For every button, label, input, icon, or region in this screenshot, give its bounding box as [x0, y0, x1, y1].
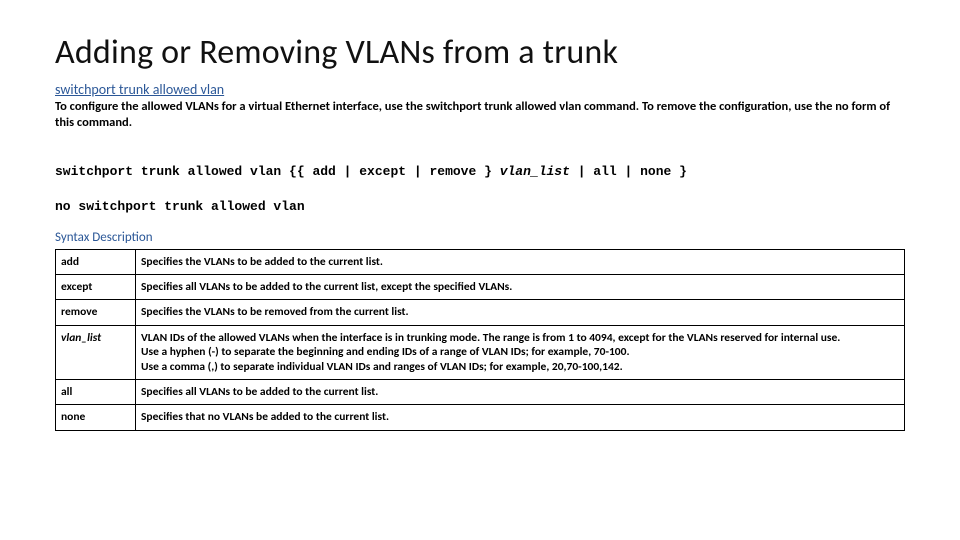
syntax-description-label: Syntax Description	[55, 230, 905, 245]
syntax-block: switchport trunk allowed vlan {{ add | e…	[55, 146, 905, 216]
table-key: add	[56, 249, 136, 274]
intro-paragraph: To configure the allowed VLANs for a vir…	[55, 99, 905, 132]
table-desc: VLAN IDs of the allowed VLANs when the i…	[136, 325, 905, 379]
syntax-line-1: switchport trunk allowed vlan {{ add | e…	[55, 164, 687, 179]
table-desc: Specifies the VLANs to be removed from t…	[136, 300, 905, 325]
table-row: addSpecifies the VLANs to be added to th…	[56, 249, 905, 274]
table-row: vlan_listVLAN IDs of the allowed VLANs w…	[56, 325, 905, 379]
syntax-description-table: addSpecifies the VLANs to be added to th…	[55, 249, 905, 431]
table-row: allSpecifies all VLANs to be added to th…	[56, 379, 905, 404]
table-key: remove	[56, 300, 136, 325]
table-key: except	[56, 275, 136, 300]
table-desc: Specifies the VLANs to be added to the c…	[136, 249, 905, 274]
table-row: exceptSpecifies all VLANs to be added to…	[56, 275, 905, 300]
slide: Adding or Removing VLANs from a trunk sw…	[0, 0, 960, 451]
table-row: removeSpecifies the VLANs to be removed …	[56, 300, 905, 325]
page-title: Adding or Removing VLANs from a trunk	[55, 32, 905, 73]
table-row: noneSpecifies that no VLANs be added to …	[56, 405, 905, 430]
table-key: none	[56, 405, 136, 430]
command-heading: switchport trunk allowed vlan	[55, 81, 905, 98]
table-desc: Specifies that no VLANs be added to the …	[136, 405, 905, 430]
table-desc: Specifies all VLANs to be added to the c…	[136, 379, 905, 404]
table-key: all	[56, 379, 136, 404]
syntax-line-2: no switchport trunk allowed vlan	[55, 199, 305, 214]
table-desc: Specifies all VLANs to be added to the c…	[136, 275, 905, 300]
table-key: vlan_list	[56, 325, 136, 379]
